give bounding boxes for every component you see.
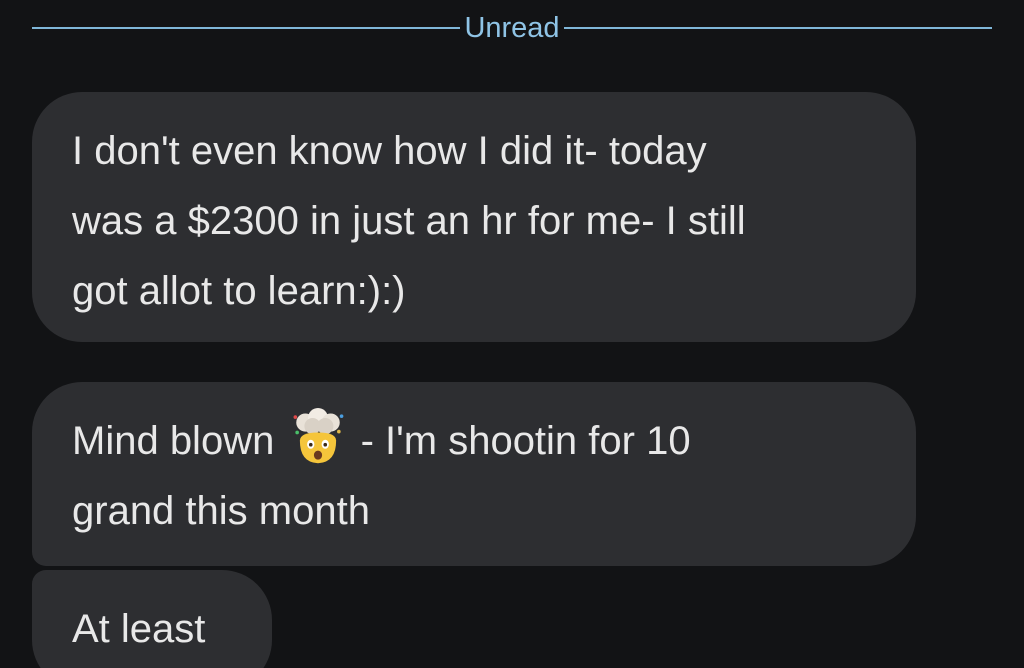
unread-divider-line-left [32, 27, 461, 29]
message-text-line: At least [72, 607, 206, 651]
message-text-line: I don't even know how I did it- today [72, 129, 707, 173]
message-bubble[interactable]: Mind blown - I'm shootin for 10 grand th… [32, 382, 916, 566]
unread-divider: Unread [32, 12, 992, 44]
message-bubble[interactable]: I don't even know how I did it- today wa… [32, 92, 916, 342]
message-bubble[interactable]: At least [32, 570, 272, 668]
exploding-head-icon [293, 408, 344, 464]
unread-divider-line-right [563, 27, 992, 29]
unread-label: Unread [464, 12, 560, 44]
message-text-line: got allot to learn:):) [72, 269, 406, 313]
message-text-line: was a $2300 in just an hr for me- I stil… [72, 199, 746, 243]
message-text-line: grand this month [72, 489, 370, 533]
message-text-fragment: Mind blown [72, 419, 275, 463]
message-text-fragment: - I'm shootin for 10 [360, 419, 691, 463]
message-text-line: Mind blown - I'm shootin for 10 [72, 406, 876, 476]
